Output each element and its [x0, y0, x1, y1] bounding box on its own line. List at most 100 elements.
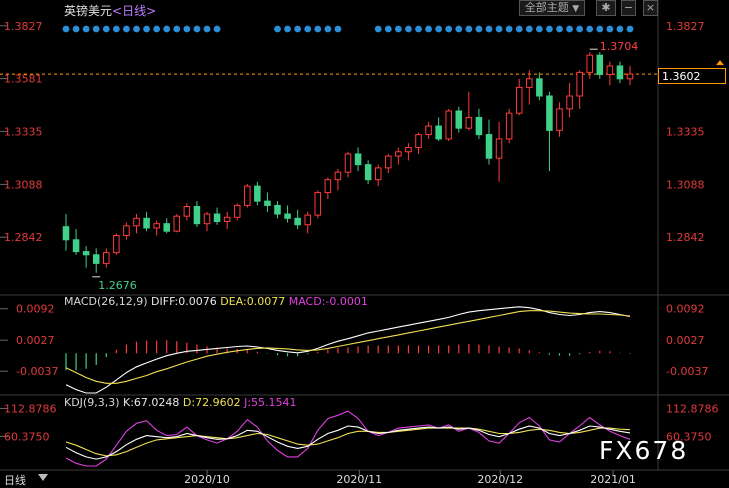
event-dot [62, 25, 70, 33]
event-dot [405, 25, 412, 33]
event-dot [425, 25, 432, 33]
event-dot [606, 25, 614, 33]
high-price-label: 1.3704 [600, 40, 639, 53]
y-tick-label-right: 1.3335 [666, 125, 705, 138]
candle-body [264, 200, 271, 206]
event-dot [173, 25, 181, 33]
candle-body [566, 95, 573, 110]
event-dot [203, 25, 211, 33]
event-dot [525, 25, 533, 33]
event-dot [576, 25, 584, 33]
macd-diff-value: DIFF:0.0076 [151, 295, 217, 308]
event-dot [193, 25, 201, 33]
candle-body [374, 167, 382, 181]
macd-macd-value: MACD:-0.0001 [288, 295, 368, 308]
candle-body [294, 217, 301, 226]
event-dot [153, 25, 161, 33]
period-label[interactable]: <日线> [112, 4, 156, 18]
theme-selector-button[interactable]: 全部主题 ▼ [519, 0, 585, 16]
kdj-tick-label-left: 112.8786 [4, 402, 57, 415]
watermark-logo: FX678 [599, 436, 689, 465]
candle-body [82, 251, 90, 256]
x-tick-label: 2020/10 [184, 473, 230, 486]
candle-body [415, 134, 422, 148]
zoom-out-icon[interactable]: − [621, 0, 636, 16]
event-dot [485, 25, 493, 33]
y-tick-label-left: 1.3088 [4, 178, 43, 191]
candle-body [485, 134, 493, 159]
candle-body [505, 112, 513, 140]
y-tick-label-right: 1.2842 [666, 231, 705, 244]
candle-body [586, 54, 593, 73]
candle-body [395, 151, 402, 157]
macd-label: MACD(26,12,9) [64, 295, 148, 308]
kdj-k-value: K:67.0248 [123, 396, 180, 409]
event-dot [324, 25, 332, 33]
event-dot [596, 25, 604, 33]
kdj-tick-label-left: 60.3750 [4, 430, 50, 443]
event-dot [566, 25, 573, 33]
candle-body [133, 217, 140, 227]
event-dot [123, 25, 130, 33]
event-dot [72, 25, 80, 33]
candle-body [435, 125, 442, 140]
candle-body [92, 254, 100, 264]
kdj-tick-label-right: 112.8786 [666, 402, 719, 415]
candle-body [425, 125, 432, 136]
candle-body [465, 116, 473, 129]
candle-body [213, 213, 221, 223]
close-icon[interactable]: × [643, 0, 658, 16]
event-dot [294, 25, 302, 33]
candle-body [223, 216, 231, 223]
candle-body [254, 185, 261, 202]
macd-tick-label-left: 0.0092 [16, 303, 55, 316]
macd-tick-label-right: -0.0037 [666, 365, 708, 378]
symbol-name: 英镑美元 [64, 4, 113, 18]
event-dot [314, 25, 322, 33]
macd-header: MACD(26,12,9) DIFF:0.0076 DEA:0.0077 MAC… [64, 295, 368, 308]
candle-body [354, 153, 362, 166]
event-dot [102, 25, 110, 33]
chevron-down-icon[interactable] [38, 474, 48, 481]
event-dot [374, 25, 382, 33]
chart-title: 英镑美元<日线> [64, 2, 156, 19]
period-selector-label[interactable]: 日线 [4, 472, 26, 488]
x-tick-label: 2020/12 [477, 473, 523, 486]
chart-canvas: 1.38271.38271.35811.35811.33351.33351.30… [0, 0, 729, 487]
candle-body [274, 204, 281, 215]
event-dot [586, 25, 594, 33]
current-price-badge: 1.3602 [658, 68, 726, 85]
event-dot [415, 25, 422, 33]
y-tick-label-right: 1.3088 [666, 178, 705, 191]
candle-body [526, 78, 533, 88]
candle-body [62, 226, 70, 241]
event-dot [445, 25, 453, 33]
event-dot [626, 25, 634, 33]
candle-body [103, 252, 110, 264]
x-tick-label: 2021/01 [590, 473, 636, 486]
candle-body [405, 146, 412, 153]
candle-body [364, 164, 372, 181]
candle-body [173, 215, 181, 232]
event-dot [546, 25, 553, 33]
y-tick-label-left: 1.3335 [4, 125, 43, 138]
candle-body [626, 73, 634, 80]
candle-body [203, 213, 211, 225]
macd-tick-label-left: -0.0037 [16, 365, 58, 378]
event-dot [475, 25, 483, 33]
x-tick-label: 2020/11 [336, 473, 382, 486]
low-price-label: 1.2676 [98, 279, 137, 292]
macd-tick-label-right: 0.0027 [666, 334, 705, 347]
candle-body [546, 95, 553, 131]
candle-body [455, 110, 463, 129]
event-dot [274, 25, 281, 33]
y-tick-label-right: 1.3827 [666, 20, 705, 33]
candle-body [324, 179, 332, 194]
candle-body [495, 138, 503, 159]
candle-body [284, 213, 291, 219]
theme-button-label: 全部主题 [524, 1, 569, 14]
kdj-d-value: D:72.9602 [182, 396, 241, 409]
settings-icon[interactable]: ✱ [596, 0, 616, 16]
candle-body [113, 234, 120, 254]
candle-body [344, 153, 352, 173]
